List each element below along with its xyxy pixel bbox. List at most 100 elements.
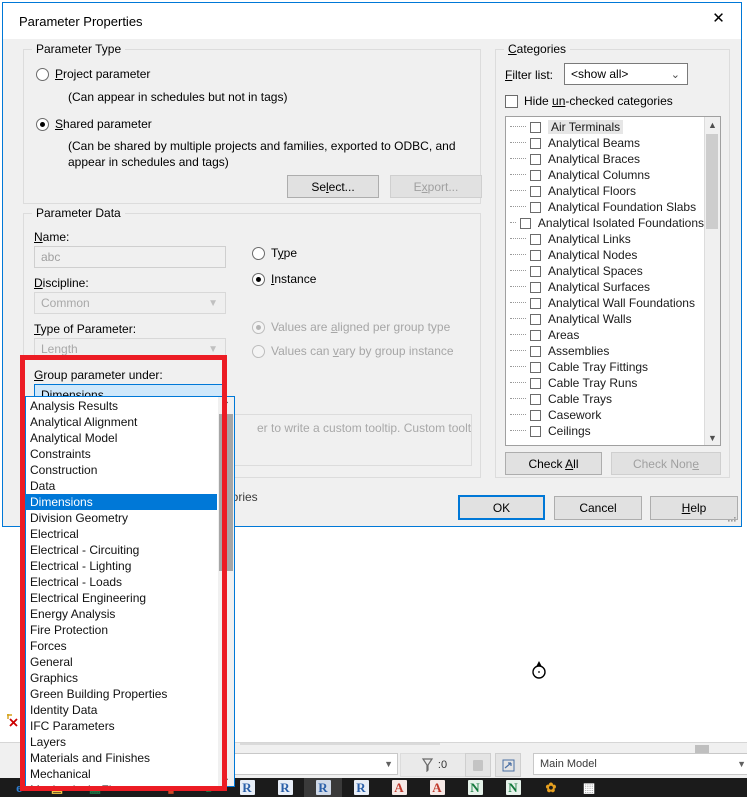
dropdown-option[interactable]: Mechanical - Flow [26, 782, 217, 786]
ok-button[interactable]: OK [458, 495, 545, 520]
chevron-up-icon[interactable]: ▲ [705, 117, 720, 132]
category-row[interactable]: Analytical Walls [506, 311, 704, 327]
resize-grip[interactable] [727, 513, 737, 523]
instance-radio[interactable] [252, 272, 265, 286]
taskbar-item-autocad-a[interactable]: A [380, 778, 418, 797]
filter-list-combo[interactable]: <show all> ⌄ [564, 63, 688, 85]
dropdown-option[interactable]: Constraints [26, 446, 217, 462]
category-row[interactable]: Analytical Spaces [506, 263, 704, 279]
category-row[interactable]: Analytical Wall Foundations [506, 295, 704, 311]
group-parameter-dropdown-popup[interactable]: Analysis Results Analytical Alignment Anal… [25, 396, 235, 787]
category-row[interactable]: Cable Tray Fittings [506, 359, 704, 375]
shared-parameter-radio-row[interactable]: Shared parameter [36, 117, 152, 131]
dropdown-option[interactable]: Electrical - Lighting [26, 558, 217, 574]
hide-unchecked-row[interactable]: Hide un-checked categories [505, 94, 673, 108]
category-row[interactable]: Analytical Columns [506, 167, 704, 183]
chevron-down-icon[interactable]: ▼ [705, 430, 720, 445]
taskbar-item-paint[interactable]: ✿ [532, 778, 570, 797]
taskbar-item-navisworks-b[interactable]: N [494, 778, 532, 797]
exclude-options-button[interactable] [495, 753, 521, 777]
category-row[interactable]: Casework [506, 407, 704, 423]
dropdown-option[interactable]: Electrical Engineering [26, 590, 217, 606]
category-checkbox[interactable] [530, 169, 541, 181]
category-checkbox[interactable] [530, 409, 541, 421]
category-checkbox[interactable] [530, 313, 541, 325]
check-all-button[interactable]: Check All [505, 452, 602, 475]
category-row[interactable]: Analytical Floors [506, 183, 704, 199]
project-parameter-radio[interactable] [36, 67, 49, 81]
category-checkbox[interactable] [530, 121, 541, 133]
taskbar-item-calculator[interactable]: ▦ [570, 778, 608, 797]
category-row[interactable]: Areas [506, 327, 704, 343]
dropdown-scrollbar[interactable]: ⌃ ⌄ [218, 397, 234, 786]
category-checkbox[interactable] [530, 249, 541, 261]
categories-scrollbar[interactable]: ▲ ▼ [704, 117, 720, 445]
category-checkbox[interactable] [530, 281, 541, 293]
name-input[interactable]: abc [34, 246, 226, 268]
dropdown-option[interactable]: Electrical - Loads [26, 574, 217, 590]
category-row[interactable]: Analytical Braces [506, 151, 704, 167]
dropdown-option[interactable]: Electrical [26, 526, 217, 542]
dropdown-option[interactable]: Electrical - Circuiting [26, 542, 217, 558]
shared-parameter-radio[interactable] [36, 117, 49, 131]
category-row[interactable]: Analytical Beams [506, 135, 704, 151]
category-checkbox[interactable] [530, 425, 541, 437]
taskbar-item-autocad-b[interactable]: A [418, 778, 456, 797]
category-checkbox[interactable] [530, 137, 541, 149]
type-radio-row[interactable]: Type [252, 246, 297, 260]
dropdown-option[interactable]: Analysis Results [26, 398, 217, 414]
category-checkbox[interactable] [530, 377, 541, 389]
category-checkbox[interactable] [530, 345, 541, 357]
type-radio[interactable] [252, 246, 265, 260]
category-checkbox[interactable] [530, 233, 541, 245]
category-row[interactable]: Cable Trays [506, 391, 704, 407]
dropdown-option[interactable]: Analytical Model [26, 430, 217, 446]
taskbar-item-navisworks-a[interactable]: N [456, 778, 494, 797]
warning-suppress-icon[interactable] [6, 713, 20, 727]
instance-radio-row[interactable]: Instance [252, 272, 316, 286]
project-parameter-radio-row[interactable]: Project parameter [36, 67, 150, 81]
chevron-down-icon[interactable]: ⌄ [218, 770, 234, 786]
dropdown-option[interactable]: Fire Protection [26, 622, 217, 638]
dropdown-option[interactable]: Construction [26, 462, 217, 478]
select-button[interactable]: Select... [287, 175, 379, 198]
dropdown-option[interactable]: Energy Analysis [26, 606, 217, 622]
scrollbar-thumb[interactable] [706, 134, 718, 229]
workset-combo[interactable]: ▼ [232, 753, 398, 775]
category-checkbox[interactable] [530, 185, 541, 197]
dropdown-option[interactable]: Data [26, 478, 217, 494]
category-checkbox[interactable] [530, 201, 541, 213]
dropdown-option[interactable]: Graphics [26, 670, 217, 686]
category-checkbox[interactable] [530, 393, 541, 405]
dropdown-option[interactable]: Division Geometry [26, 510, 217, 526]
category-row[interactable]: Analytical Isolated Foundations [506, 215, 704, 231]
close-icon[interactable]: ✕ [696, 3, 741, 33]
category-checkbox[interactable] [530, 265, 541, 277]
taskbar-item-revit-c[interactable]: R [304, 778, 342, 797]
dropdown-option[interactable]: Forces [26, 638, 217, 654]
dropdown-option[interactable]: Identity Data [26, 702, 217, 718]
dropdown-option[interactable]: General [26, 654, 217, 670]
hide-unchecked-checkbox[interactable] [505, 94, 518, 108]
category-row[interactable]: Cable Tray Runs [506, 375, 704, 391]
dropdown-option[interactable]: IFC Parameters [26, 718, 217, 734]
category-row[interactable]: Analytical Foundation Slabs [506, 199, 704, 215]
design-option-box-button[interactable] [465, 753, 491, 777]
categories-list[interactable]: Air Terminals Analytical Beams Analytical … [505, 116, 721, 446]
taskbar-item-revit-b[interactable]: R [266, 778, 304, 797]
category-row[interactable]: Assemblies [506, 343, 704, 359]
cancel-button[interactable]: Cancel [554, 496, 642, 520]
design-option-combo[interactable]: Main Model ▼ [533, 753, 747, 775]
category-row[interactable]: Analytical Surfaces [506, 279, 704, 295]
taskbar-item-revit-d[interactable]: R [342, 778, 380, 797]
dropdown-option[interactable]: Analytical Alignment [26, 414, 217, 430]
category-checkbox[interactable] [530, 329, 541, 341]
dropdown-option[interactable]: Layers [26, 734, 217, 750]
category-checkbox[interactable] [519, 217, 531, 229]
help-button[interactable]: Help [650, 496, 738, 520]
dropdown-option[interactable]: Green Building Properties [26, 686, 217, 702]
chevron-up-icon[interactable]: ⌃ [218, 397, 234, 413]
dropdown-option[interactable]: Dimensions [26, 494, 217, 510]
category-row[interactable]: Analytical Links [506, 231, 704, 247]
editable-only-filter[interactable]: :0 [400, 753, 468, 777]
